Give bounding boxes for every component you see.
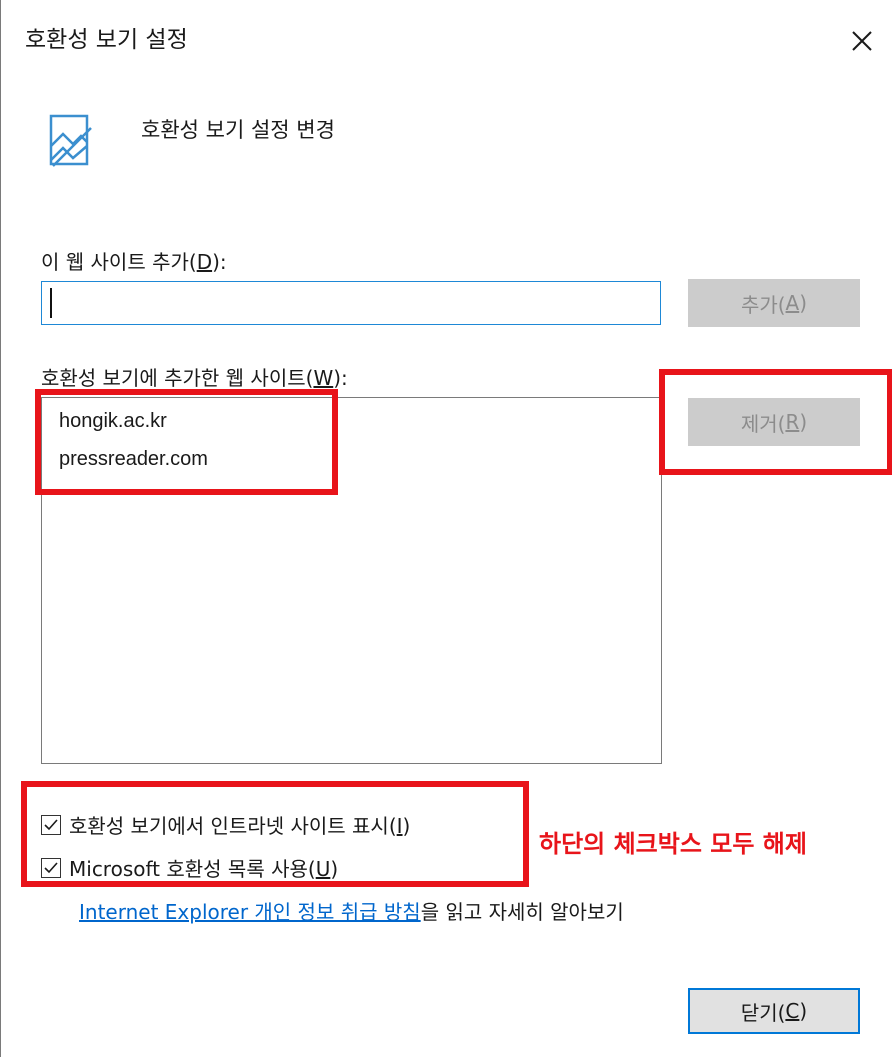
title-bar: 호환성 보기 설정 (1, 0, 892, 80)
close-button[interactable]: 닫기(C) (688, 988, 860, 1034)
site-list-label: 호환성 보기에 추가한 웹 사이트(W): (41, 366, 348, 390)
annotation-box-checkboxes (21, 781, 529, 887)
add-site-label: 이 웹 사이트 추가(D): (41, 250, 227, 274)
compatibility-view-dialog: 호환성 보기 설정 호환성 보기 설정 변경 이 웹 사이트 추가(D): 추가… (0, 0, 892, 1057)
annotation-box-remove-button (659, 369, 892, 475)
compatibility-view-icon (49, 114, 92, 167)
close-icon (852, 31, 872, 51)
header-text: 호환성 보기 설정 변경 (141, 118, 335, 142)
window-title: 호환성 보기 설정 (25, 27, 188, 53)
annotation-box-site-list (35, 389, 338, 495)
privacy-line: Internet Explorer 개인 정보 취급 방침을 읽고 자세히 알아… (79, 896, 624, 925)
text-caret (50, 288, 52, 318)
add-site-input[interactable] (41, 281, 661, 325)
privacy-policy-link[interactable]: Internet Explorer 개인 정보 취급 방침 (79, 900, 421, 924)
privacy-trailing-text: 을 읽고 자세히 알아보기 (420, 900, 624, 924)
close-window-button[interactable] (843, 22, 881, 60)
annotation-text: 하단의 체크박스 모두 해제 (539, 830, 807, 858)
add-button[interactable]: 추가(A) (688, 279, 860, 327)
